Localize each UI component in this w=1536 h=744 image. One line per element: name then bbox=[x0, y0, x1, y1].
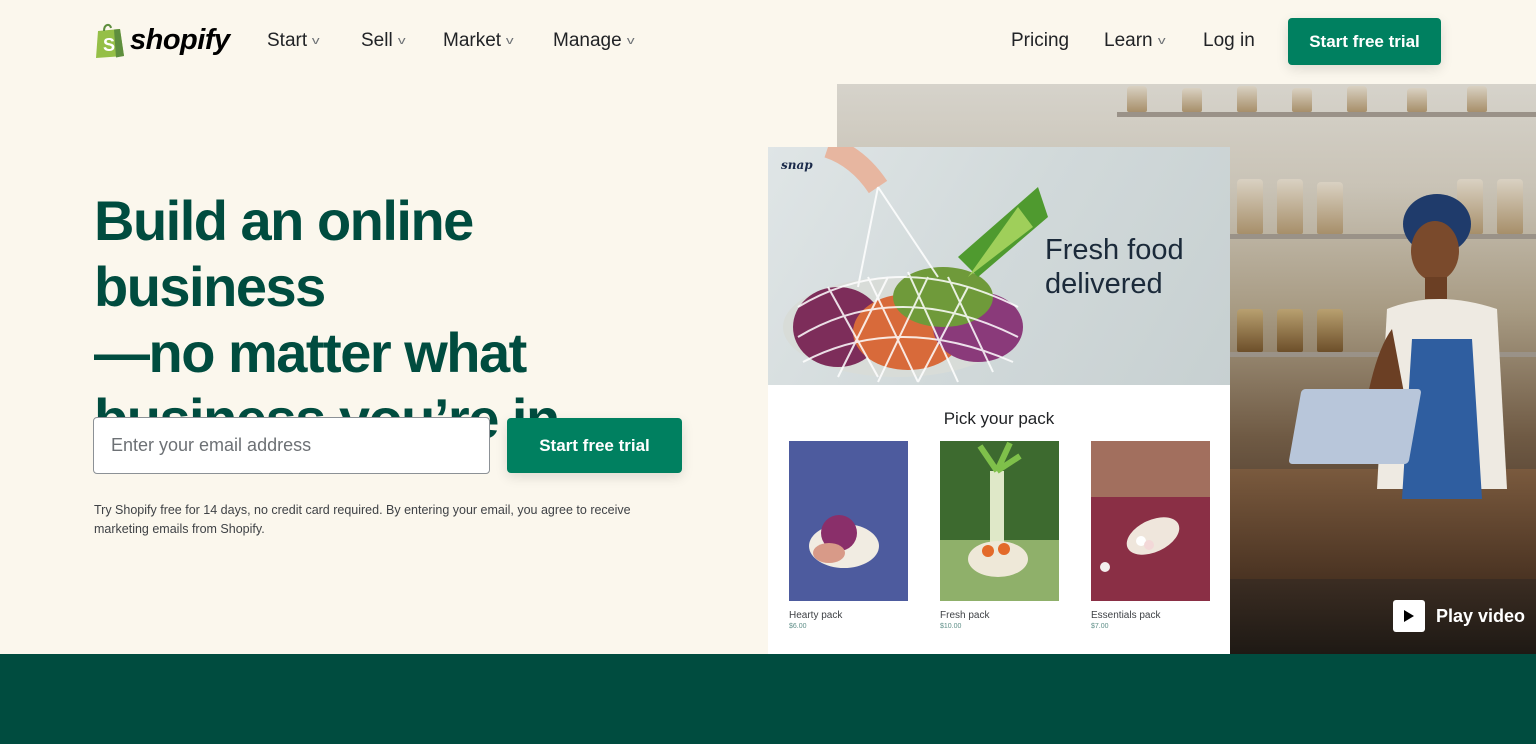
product-card[interactable]: Hearty pack $6.00 bbox=[789, 441, 908, 630]
product-name: Hearty pack bbox=[789, 610, 843, 621]
jar bbox=[1347, 86, 1367, 112]
banner-line: delivered bbox=[1045, 268, 1163, 300]
header-start-trial-button[interactable]: Start free trial bbox=[1288, 18, 1441, 65]
email-input[interactable] bbox=[93, 417, 490, 474]
product-name: Essentials pack bbox=[1091, 610, 1161, 621]
nav-start-label: Start bbox=[267, 30, 308, 51]
product-price: $6.00 bbox=[789, 623, 807, 630]
jar bbox=[1277, 179, 1303, 234]
product-card[interactable]: Essentials pack $7.00 bbox=[1091, 441, 1210, 630]
nav-manage[interactable]: Manage v bbox=[553, 30, 635, 52]
shopping-bag-icon: S bbox=[94, 22, 126, 58]
nav-sell-label: Sell bbox=[361, 30, 393, 51]
jar bbox=[1407, 88, 1427, 112]
nav-market-label: Market bbox=[443, 30, 502, 51]
product-image bbox=[789, 441, 908, 601]
product-image bbox=[940, 441, 1059, 601]
jar bbox=[1237, 179, 1263, 234]
play-video-label: Play video bbox=[1436, 605, 1526, 626]
jar bbox=[1467, 86, 1487, 112]
headline-line: —no matter what bbox=[94, 321, 527, 384]
nav-manage-label: Manage bbox=[553, 30, 622, 51]
banner-headline: Fresh food delivered bbox=[1045, 233, 1184, 301]
product-image bbox=[1091, 441, 1210, 601]
jar bbox=[1317, 309, 1343, 352]
nav-sell[interactable]: Sell v bbox=[361, 30, 406, 52]
jar bbox=[1317, 182, 1343, 234]
jar bbox=[1182, 88, 1202, 112]
nav-market[interactable]: Market v bbox=[443, 30, 514, 52]
chevron-down-icon: v bbox=[626, 35, 635, 47]
nav-learn[interactable]: Learn v bbox=[1104, 30, 1166, 52]
shelf bbox=[1117, 112, 1536, 117]
produce-bag-image bbox=[783, 147, 1048, 383]
jar bbox=[1277, 309, 1303, 352]
play-icon bbox=[1393, 600, 1425, 632]
laptop bbox=[1288, 389, 1422, 464]
merchant-person bbox=[1367, 169, 1536, 589]
hero-headline: Build an online business —no matter what… bbox=[94, 188, 694, 452]
nav-pricing[interactable]: Pricing bbox=[1011, 30, 1069, 52]
banner-line: Fresh food bbox=[1045, 234, 1184, 266]
store-banner: snap Fresh food delivered bbox=[768, 147, 1230, 385]
product-price: $10.00 bbox=[940, 623, 962, 630]
product-name: Fresh pack bbox=[940, 610, 990, 621]
nav-login[interactable]: Log in bbox=[1203, 30, 1255, 52]
shopify-logo[interactable]: S shopify bbox=[94, 22, 230, 58]
product-card[interactable]: Fresh pack $10.00 bbox=[940, 441, 1059, 630]
hero-start-trial-button[interactable]: Start free trial bbox=[507, 418, 682, 473]
section-title: Pick your pack bbox=[943, 409, 1055, 428]
chevron-down-icon: v bbox=[312, 35, 320, 47]
jar bbox=[1292, 88, 1312, 112]
play-video-button[interactable]: Play video bbox=[1393, 600, 1525, 632]
chevron-down-icon: v bbox=[505, 35, 514, 47]
svg-text:S: S bbox=[103, 35, 115, 55]
nav-pricing-label: Pricing bbox=[1011, 30, 1070, 51]
trial-disclaimer: Try Shopify free for 14 days, no credit … bbox=[94, 503, 631, 536]
nav-learn-label: Learn bbox=[1104, 30, 1153, 51]
next-section-band bbox=[0, 654, 1536, 744]
store-preview-card: snap Fresh food delivered Pick your pack… bbox=[768, 147, 1230, 654]
product-price: $7.00 bbox=[1091, 623, 1109, 630]
chevron-down-icon: v bbox=[397, 35, 406, 47]
jar bbox=[1237, 309, 1263, 352]
nav-start[interactable]: Start v bbox=[267, 30, 320, 52]
headline-line: Build an online business bbox=[94, 189, 474, 318]
chevron-down-icon: v bbox=[1157, 35, 1166, 47]
nav-login-label: Log in bbox=[1203, 30, 1255, 51]
jar bbox=[1237, 86, 1257, 112]
brand-wordmark: shopify bbox=[130, 23, 230, 56]
jar bbox=[1127, 86, 1147, 112]
store-logo: snap bbox=[781, 158, 813, 172]
